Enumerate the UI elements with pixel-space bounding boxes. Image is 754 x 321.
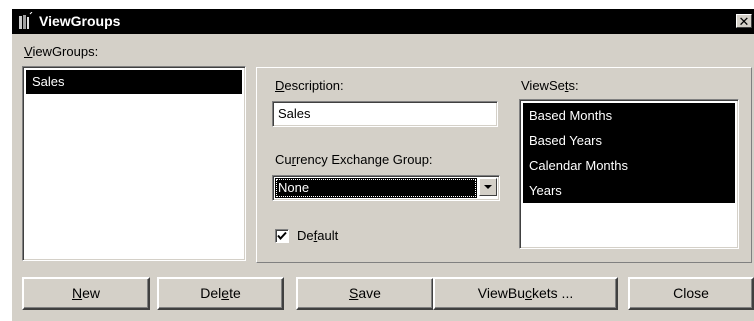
chevron-down-icon	[484, 185, 492, 189]
close-button[interactable]: Close	[628, 277, 754, 310]
close-icon: ✕	[738, 14, 750, 29]
default-label: Default	[297, 228, 339, 243]
default-checkbox[interactable]	[275, 229, 289, 243]
description-field[interactable]: Sales	[272, 101, 498, 127]
bookshelf-icon	[19, 12, 33, 29]
new-button[interactable]: New	[22, 277, 150, 310]
list-item[interactable]: Based Months	[523, 103, 735, 128]
description-label: Description:	[275, 78, 344, 93]
checkmark-icon	[277, 231, 287, 241]
close-window-button[interactable]: ✕	[736, 14, 752, 29]
list-item[interactable]: Years	[523, 178, 735, 203]
viewsets-label: ViewSets:	[521, 78, 579, 93]
viewbuckets-button[interactable]: ViewBuckets ...	[433, 277, 618, 310]
title-bar: ViewGroups ✕	[12, 9, 754, 34]
currency-label: Currency Exchange Group:	[275, 152, 433, 167]
viewgroups-listbox[interactable]: Sales	[22, 66, 246, 261]
window-title: ViewGroups	[39, 13, 121, 29]
viewgroups-dialog: ViewGroups ✕ ViewGroups: Sales Descripti…	[12, 9, 754, 321]
currency-select[interactable]: None	[272, 175, 500, 201]
delete-button[interactable]: Delete	[157, 277, 284, 310]
dropdown-button[interactable]	[479, 178, 497, 196]
save-button[interactable]: Save	[296, 277, 434, 310]
list-item[interactable]: Calendar Months	[523, 153, 735, 178]
viewgroups-label: ViewGroups:	[24, 44, 99, 59]
list-item[interactable]: Based Years	[523, 128, 735, 153]
list-item[interactable]: Sales	[26, 70, 242, 94]
currency-selected-value: None	[275, 178, 477, 198]
viewsets-listbox[interactable]: Based Months Based Years Calendar Months…	[519, 99, 739, 249]
